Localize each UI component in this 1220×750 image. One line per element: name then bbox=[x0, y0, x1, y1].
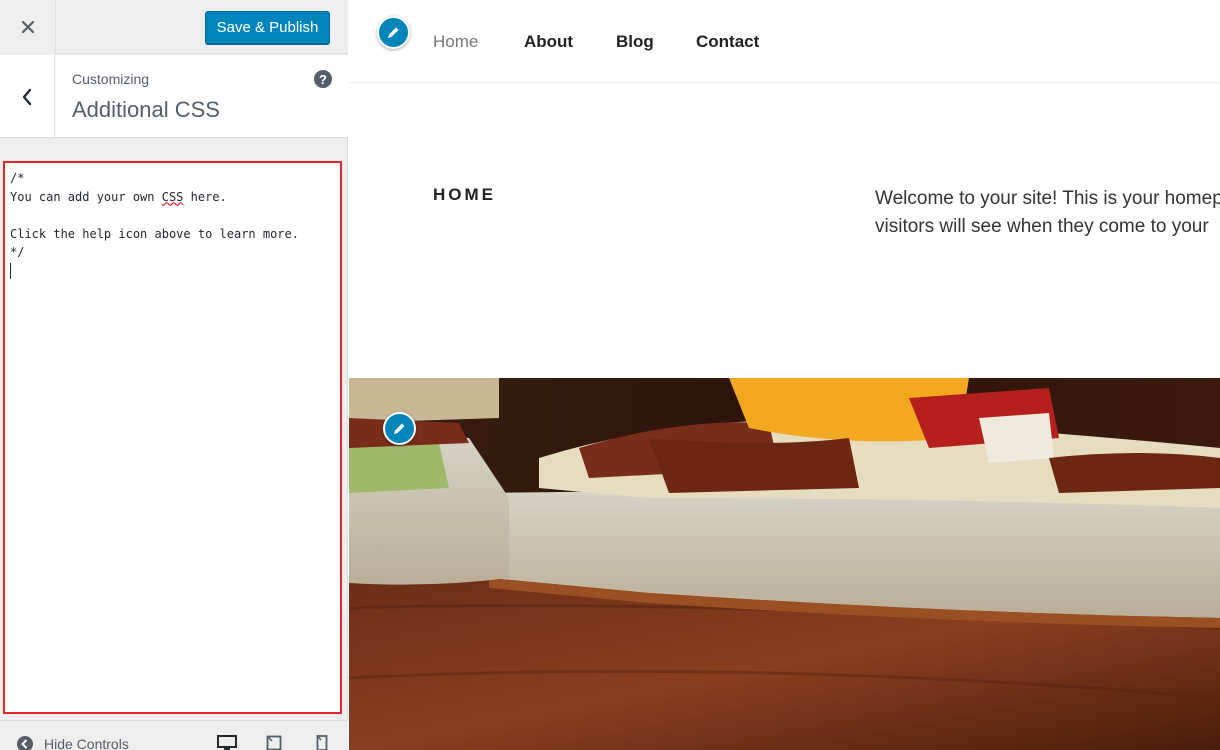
pencil-icon bbox=[388, 27, 399, 38]
page-title: HOME bbox=[433, 185, 496, 204]
css-comment-line: You can add your own bbox=[10, 189, 162, 204]
hide-controls-label: Hide Controls bbox=[44, 736, 129, 750]
customizer-header: Save & Publish bbox=[0, 0, 348, 54]
nav-item-blog[interactable]: Blog bbox=[616, 32, 654, 52]
css-code-editor[interactable]: /* You can add your own CSS here. Click … bbox=[3, 161, 342, 714]
css-comment-line: /* bbox=[10, 171, 25, 185]
mobile-icon[interactable] bbox=[316, 735, 328, 750]
edit-menu-shortcut[interactable] bbox=[377, 16, 410, 49]
hide-controls-button[interactable]: Hide Controls bbox=[16, 735, 129, 750]
customizing-label: Customizing bbox=[72, 71, 150, 87]
customizer-footer: Hide Controls bbox=[0, 720, 348, 750]
section-title: Additional CSS bbox=[72, 97, 220, 122]
tablet-icon[interactable] bbox=[266, 735, 282, 750]
css-comment-line: here. bbox=[183, 189, 227, 204]
hero-image bbox=[349, 378, 1220, 750]
site-preview: Home About Blog Contact HOME Welcome to … bbox=[349, 0, 1220, 750]
text-cursor bbox=[10, 263, 11, 279]
sandwich-photo bbox=[349, 378, 1220, 750]
page-intro: Welcome to your site! This is your homep… bbox=[875, 185, 1220, 241]
css-comment-line: */ bbox=[10, 245, 25, 259]
css-comment-line: Click the help icon above to learn more. bbox=[10, 226, 299, 241]
customizer-sidebar: Save & Publish Customizing Additional CS… bbox=[0, 0, 348, 750]
nav-item-contact[interactable]: Contact bbox=[696, 32, 759, 52]
desktop-icon[interactable] bbox=[217, 735, 237, 750]
help-icon[interactable]: ? bbox=[314, 70, 332, 88]
save-publish-button[interactable]: Save & Publish bbox=[205, 11, 330, 44]
nav-item-home[interactable]: Home bbox=[433, 32, 478, 52]
arrow-left-circle-icon bbox=[17, 736, 33, 750]
close-icon bbox=[21, 20, 34, 34]
edit-image-shortcut[interactable] bbox=[383, 412, 416, 445]
pencil-icon bbox=[394, 423, 405, 434]
nav-item-about[interactable]: About bbox=[524, 32, 573, 52]
close-customizer-button[interactable] bbox=[0, 0, 56, 54]
site-navigation: Home About Blog Contact bbox=[349, 0, 1220, 83]
intro-line: visitors will see when they come to your bbox=[875, 216, 1209, 237]
back-button[interactable] bbox=[0, 55, 55, 138]
intro-line: Welcome to your site! This is your homep bbox=[875, 188, 1220, 209]
css-comment-word: CSS bbox=[161, 189, 184, 204]
section-header: Customizing Additional CSS ? bbox=[0, 55, 348, 138]
chevron-left-icon bbox=[22, 88, 32, 105]
